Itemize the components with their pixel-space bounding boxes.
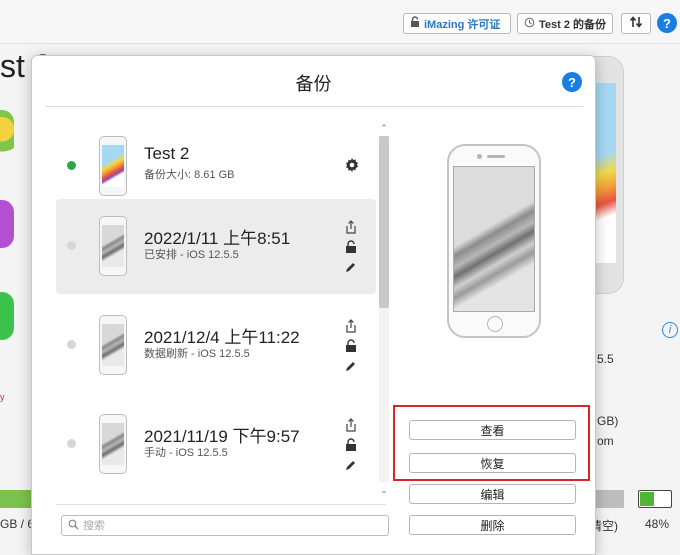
battery-indicator [638, 490, 672, 508]
backup-list: Test 2 备份大小: 8.61 GB 2022/1/11 上午8:51 已安… [56, 119, 376, 499]
scroll-down-icon[interactable]: ⌄ [377, 484, 391, 496]
current-status-dot [67, 161, 76, 170]
archived-status-dot [67, 241, 76, 250]
archived-status-dot [67, 439, 76, 448]
transfer-arrows-icon [629, 16, 643, 31]
backup-row[interactable]: 2021/12/4 上午11:22 数据刷新 - iOS 12.5.5 [56, 298, 376, 393]
dialog-help-icon[interactable]: ? [562, 72, 582, 92]
share-icon[interactable] [343, 318, 359, 334]
history-icon [524, 17, 535, 31]
dialog-divider [46, 106, 583, 107]
license-label: iMazing 许可证 [424, 18, 501, 31]
search-icon [68, 517, 79, 535]
battery-percent: 48% [645, 517, 670, 531]
podcasts-app-icon[interactable] [0, 200, 14, 248]
device-thumbnail [99, 315, 127, 375]
backup-row[interactable]: 2021/11/19 下午9:57 手动 - iOS 12.5.5 [56, 397, 376, 492]
search-box[interactable] [61, 515, 389, 536]
home-button [487, 316, 503, 332]
capacity-text: GB) [597, 414, 619, 428]
license-button[interactable]: iMazing 许可证 [403, 13, 511, 34]
device-thumbnail [99, 136, 127, 196]
scroll-thumb[interactable] [379, 136, 389, 308]
scroll-up-icon[interactable]: ⌃ [377, 122, 391, 134]
speaker-slot [487, 155, 505, 158]
messages-app-icon[interactable] [0, 292, 14, 340]
lock-icon [410, 16, 420, 31]
delete-button[interactable]: 删除 [409, 515, 576, 535]
list-divider [56, 504, 386, 505]
edit-pencil-icon[interactable] [343, 358, 359, 374]
lock-icon[interactable] [343, 338, 359, 354]
edit-button[interactable]: 编辑 [409, 484, 576, 504]
storage-text: GB / 6 [0, 517, 35, 531]
backup-subtitle: 数据刷新 - iOS 12.5.5 [144, 348, 250, 360]
lock-icon[interactable] [343, 239, 359, 255]
photos-app-icon[interactable] [0, 110, 14, 158]
email-text: om [597, 434, 614, 448]
preview-screen [453, 166, 535, 312]
backup-dialog: 备份 ? Test 2 备份大小: 8.61 GB 2022/1/11 上午8:… [31, 55, 596, 555]
backup-subtitle: 已安排 - iOS 12.5.5 [144, 249, 239, 261]
share-icon[interactable] [343, 219, 359, 235]
archived-status-dot [67, 340, 76, 349]
storage-bar-right [596, 490, 624, 508]
dialog-title: 备份 [295, 74, 332, 94]
help-icon[interactable]: ? [657, 13, 677, 33]
camera-dot [477, 154, 482, 159]
top-bar: iMazing 许可证 Test 2 的备份 ? [0, 0, 680, 44]
edit-pencil-icon[interactable] [343, 457, 359, 473]
device-preview [447, 144, 541, 338]
highlight-box [393, 405, 590, 481]
transfer-button[interactable] [621, 13, 651, 34]
device-thumbnail [99, 414, 127, 474]
device-thumbnail [99, 216, 127, 276]
app-caption: y [0, 392, 5, 402]
backup-subtitle: 手动 - iOS 12.5.5 [144, 447, 228, 459]
gear-icon[interactable] [344, 157, 360, 173]
storage-bar-left [0, 490, 31, 508]
info-icon[interactable]: i [662, 322, 678, 338]
ios-version-text: 5.5 [597, 352, 614, 366]
list-scrollbar[interactable]: ⌃ ⌄ [377, 122, 391, 496]
backup-menu-button[interactable]: Test 2 的备份 [517, 13, 613, 34]
backup-row[interactable]: 2022/1/11 上午8:51 已安排 - iOS 12.5.5 [56, 199, 376, 294]
device-image [594, 56, 624, 294]
backup-menu-label: Test 2 的备份 [539, 18, 607, 31]
backup-title: Test 2 [144, 144, 190, 163]
edit-pencil-icon[interactable] [343, 259, 359, 275]
backup-subtitle: 备份大小: 8.61 GB [144, 169, 235, 181]
search-input[interactable] [83, 519, 373, 532]
share-icon[interactable] [343, 417, 359, 433]
lock-icon[interactable] [343, 437, 359, 453]
battery-level [640, 492, 655, 506]
